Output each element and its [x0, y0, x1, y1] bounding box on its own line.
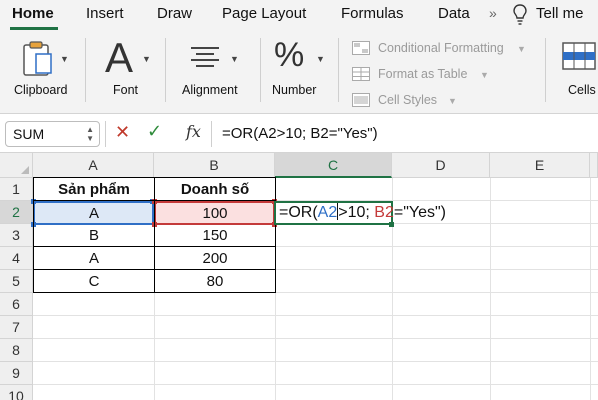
cells-group[interactable]: Cells: [558, 30, 598, 114]
column-header-d[interactable]: D: [392, 153, 490, 178]
cell-b1[interactable]: Doanh số: [155, 178, 275, 201]
select-all-button[interactable]: [0, 153, 33, 178]
reference-a2: A2: [317, 204, 338, 221]
formula-bar: SUM ▲ ▼ ✕ ✓ fx =OR(A2>10; B2="Yes"): [0, 115, 598, 153]
row-header-7[interactable]: 7: [0, 316, 33, 339]
cell-a3[interactable]: B: [34, 224, 154, 247]
ribbon-tab-bar: Home Insert Draw Page Layout Formulas Da…: [0, 0, 598, 30]
up-down-arrows-icon: ▲ ▼: [86, 125, 94, 143]
cell-b4[interactable]: 200: [155, 247, 275, 270]
percent-icon: %: [274, 36, 305, 74]
cell-b3[interactable]: 150: [155, 224, 275, 247]
format-as-table-icon: [352, 67, 370, 81]
select-all-icon: [21, 166, 29, 174]
row-header-10[interactable]: 10: [0, 385, 33, 400]
tab-data[interactable]: Data: [438, 5, 470, 22]
divider: [260, 38, 261, 102]
row-header-2[interactable]: 2: [0, 201, 33, 224]
divider: [211, 121, 212, 147]
conditional-formatting-icon: [352, 41, 370, 55]
cell-a5[interactable]: C: [34, 270, 154, 293]
divider: [545, 38, 546, 102]
row-header-5[interactable]: 5: [0, 270, 33, 293]
name-box-value: SUM: [13, 126, 45, 142]
tab-formulas[interactable]: Formulas: [341, 5, 404, 22]
gridline: [590, 178, 591, 400]
cell-a4[interactable]: A: [34, 247, 154, 270]
row-header-9[interactable]: 9: [0, 362, 33, 385]
table-border: [275, 178, 276, 293]
divider: [338, 38, 339, 102]
row-header-6[interactable]: 6: [0, 293, 33, 316]
gridline: [33, 384, 598, 385]
row-header-8[interactable]: 8: [0, 339, 33, 362]
cell-a1[interactable]: Sản phẩm: [34, 178, 154, 201]
worksheet-grid[interactable]: A B C D E 1 2 3 4 5 6 7 8 9 10 Sản phẩm …: [0, 153, 598, 400]
gridline: [33, 315, 598, 316]
chevron-down-icon: ▼: [60, 54, 69, 64]
clipboard-icon: [23, 41, 52, 76]
number-label: Number: [272, 83, 317, 97]
column-header-b[interactable]: B: [154, 153, 275, 178]
row-header-4[interactable]: 4: [0, 247, 33, 270]
ribbon-panel: ▼ Clipboard A ▼ Font ▼ Alignment % ▼ Num…: [0, 30, 598, 114]
cell-styles-icon: [352, 93, 370, 107]
chevron-down-icon: ▼: [316, 54, 325, 64]
font-label: Font: [113, 83, 139, 97]
divider: [85, 38, 86, 102]
tab-draw[interactable]: Draw: [157, 5, 192, 22]
tell-me-search[interactable]: Tell me: [536, 5, 584, 22]
more-tabs-icon[interactable]: »: [489, 5, 497, 21]
divider: [105, 121, 106, 147]
reference-b2: B2: [374, 204, 394, 221]
checkmark-icon[interactable]: ✓: [147, 121, 162, 142]
column-header-e[interactable]: E: [490, 153, 590, 178]
cells-icon: [562, 42, 596, 70]
gridline: [33, 338, 598, 339]
chevron-down-icon: ▼: [480, 70, 489, 80]
cell-b2[interactable]: 100: [155, 202, 275, 225]
formula-input[interactable]: =OR(A2>10; B2="Yes"): [222, 125, 378, 142]
chevron-down-icon: ▼: [517, 44, 526, 54]
styles-group: Conditional Formatting ▼ Format as Table…: [352, 30, 542, 114]
font-icon: A: [105, 34, 134, 81]
alignment-label: Alignment: [182, 83, 238, 97]
number-group[interactable]: % ▼ Number: [268, 30, 332, 114]
cell-b5[interactable]: 80: [155, 270, 275, 293]
font-group[interactable]: A ▼ Font: [98, 30, 158, 114]
chevron-down-icon: ▼: [230, 54, 239, 64]
column-header-c[interactable]: C: [275, 153, 392, 178]
divider: [165, 38, 166, 102]
gridline: [33, 361, 598, 362]
column-header-f[interactable]: [590, 153, 598, 178]
cell-a2[interactable]: A: [34, 202, 154, 225]
function-icon[interactable]: fx: [186, 122, 201, 141]
align-center-icon: [191, 47, 219, 67]
chevron-down-icon: ▼: [142, 54, 151, 64]
cells-label: Cells: [568, 83, 596, 97]
gridline: [490, 178, 491, 400]
tab-page-layout[interactable]: Page Layout: [222, 5, 306, 22]
tab-insert[interactable]: Insert: [86, 5, 124, 22]
cell-edit-text[interactable]: =OR(A2>10; B2="Yes"): [279, 202, 446, 224]
alignment-group[interactable]: ▼ Alignment: [176, 30, 256, 114]
cancel-icon[interactable]: ✕: [115, 122, 130, 143]
tab-home[interactable]: Home: [12, 5, 54, 22]
column-header-a[interactable]: A: [33, 153, 154, 178]
clipboard-label: Clipboard: [14, 83, 68, 97]
name-box[interactable]: SUM ▲ ▼: [5, 121, 100, 147]
row-header-3[interactable]: 3: [0, 224, 33, 247]
lightbulb-icon: [513, 4, 527, 25]
clipboard-group[interactable]: ▼ Clipboard: [8, 30, 80, 114]
row-header-1[interactable]: 1: [0, 178, 33, 201]
chevron-down-icon: ▼: [448, 96, 457, 106]
